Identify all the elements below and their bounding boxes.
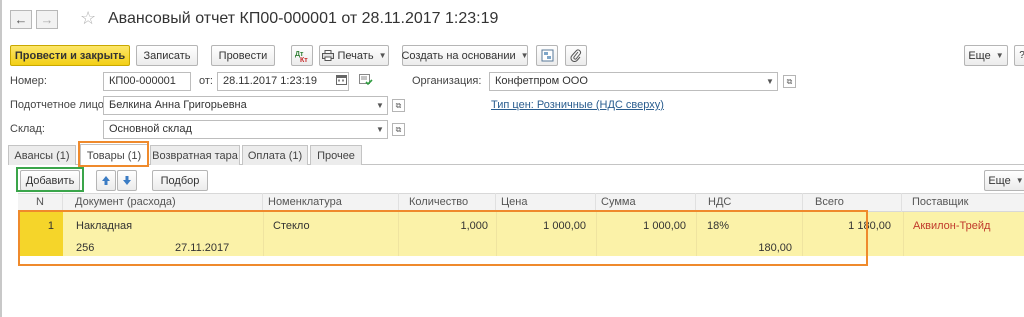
chevron-down-icon: ▼ [1015, 176, 1024, 185]
structure-icon [541, 49, 553, 62]
open-icon: ⧉ [395, 124, 402, 134]
more-label: Еще [968, 49, 991, 62]
column-divider [903, 212, 904, 256]
annotation-highlight-add-button [16, 167, 84, 192]
organization-label: Организация: [412, 75, 482, 87]
open-icon: ⧉ [395, 100, 402, 110]
help-icon: ? [1019, 50, 1024, 61]
arrow-up-icon [102, 176, 110, 185]
open-icon: ⧉ [786, 76, 793, 86]
chevron-down-icon: ▼ [995, 51, 1004, 60]
dt-kt-icon: Дт Кт [295, 51, 308, 63]
tab-returnable-packaging[interactable]: Возвратная тара [150, 145, 240, 165]
tab-payment[interactable]: Оплата (1) [242, 145, 308, 165]
date-field[interactable]: 28.11.2017 1:23:19 [217, 72, 349, 91]
forward-button[interactable]: → [36, 10, 58, 29]
chevron-down-icon[interactable]: ▼ [376, 101, 384, 110]
arrow-down-icon [123, 176, 131, 185]
paperclip-icon [570, 49, 581, 62]
open-person-button[interactable]: ⧉ [392, 99, 405, 112]
annotation-highlight-goods-tab [78, 141, 149, 167]
annotation-highlight-table-row [18, 210, 868, 266]
selection-button[interactable]: Подбор [152, 170, 208, 191]
posting-status-icon[interactable] [359, 74, 373, 89]
warehouse-field[interactable]: Основной склад [103, 120, 388, 139]
calendar-icon[interactable] [336, 74, 347, 88]
dt-kt-button[interactable]: Дт Кт [291, 45, 313, 66]
organization-field[interactable]: Конфетпром ООО [489, 72, 778, 91]
chevron-down-icon[interactable]: ▼ [376, 125, 384, 134]
print-button[interactable]: Печать ▼ [319, 45, 389, 66]
table-more-button[interactable]: Еще ▼ [984, 170, 1024, 191]
move-up-button[interactable] [96, 170, 116, 191]
chevron-down-icon: ▼ [520, 51, 529, 60]
open-warehouse-button[interactable]: ⧉ [392, 123, 405, 136]
star-icon[interactable]: ☆ [80, 8, 96, 29]
accountable-person-field[interactable]: Белкина Анна Григорьевна [103, 96, 388, 115]
tab-advances[interactable]: Авансы (1) [8, 145, 76, 165]
create-based-on-button[interactable]: Создать на основании ▼ [401, 45, 529, 66]
supplier-value: Аквилон-Трейд [913, 220, 991, 232]
more-button[interactable]: Еще ▼ [964, 45, 1008, 66]
printer-icon [321, 50, 334, 61]
create-based-on-label: Создать на основании [401, 49, 516, 62]
number-label: Номер: [10, 75, 47, 87]
price-type-link[interactable]: Тип цен: Розничные (НДС сверху) [491, 99, 664, 111]
arrow-left-icon: ← [14, 12, 28, 27]
number-field[interactable]: КП00-000001 [103, 72, 191, 91]
post-button[interactable]: Провести [211, 45, 275, 66]
help-button[interactable]: ? [1014, 45, 1024, 66]
accountable-person-label: Подотчетное лицо: [10, 99, 107, 111]
attach-button[interactable] [565, 45, 587, 66]
date-label: от: [199, 75, 213, 87]
arrow-right-icon: → [40, 12, 54, 27]
table-more-label: Еще [988, 174, 1011, 187]
chevron-down-icon[interactable]: ▼ [766, 77, 774, 86]
chevron-down-icon: ▼ [378, 51, 387, 60]
save-button[interactable]: Записать [136, 45, 198, 66]
warehouse-label: Склад: [10, 123, 45, 135]
svg-text:Кт: Кт [300, 57, 308, 63]
move-down-button[interactable] [117, 170, 137, 191]
structure-button[interactable] [536, 45, 558, 66]
column-header-supplier[interactable]: Поставщик [907, 193, 1024, 212]
page-title: Авансовый отчет КП00-000001 от 28.11.201… [108, 10, 499, 27]
window-left-border [0, 0, 2, 317]
tab-other[interactable]: Прочее [310, 145, 362, 165]
print-label: Печать [337, 49, 374, 62]
back-button[interactable]: ← [10, 10, 32, 29]
post-and-close-button[interactable]: Провести и закрыть [10, 45, 130, 66]
open-organization-button[interactable]: ⧉ [783, 75, 796, 88]
